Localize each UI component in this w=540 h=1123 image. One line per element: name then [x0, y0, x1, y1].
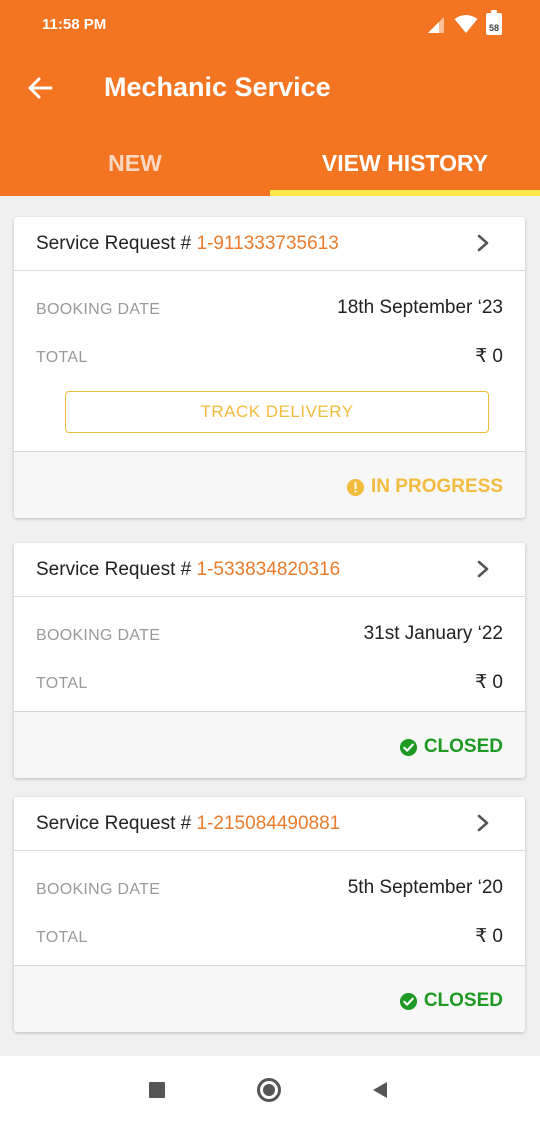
- toolbar: Mechanic Service: [0, 58, 540, 118]
- service-request-prefix: Service Request #: [36, 813, 197, 834]
- total-value: ₹ 0: [475, 672, 503, 693]
- track-delivery-button[interactable]: TRACK DELIVERY: [65, 391, 489, 433]
- chevron-right-icon: [477, 560, 489, 578]
- service-request-prefix: Service Request #: [36, 233, 197, 254]
- battery-icon: 58: [486, 10, 502, 35]
- booking-date-row: BOOKING DATE 31st January ‘22: [14, 611, 525, 659]
- status-bar: 11:58 PM 58: [0, 0, 540, 50]
- service-request-footer: IN PROGRESS: [14, 451, 525, 518]
- booking-date-row: BOOKING DATE 5th September ‘20: [14, 865, 525, 913]
- service-request-title: Service Request # 1-215084490881: [36, 813, 340, 835]
- chevron-right-icon: [477, 234, 489, 252]
- service-request-prefix: Service Request #: [36, 559, 197, 580]
- page-title: Mechanic Service: [104, 72, 331, 102]
- service-request-number: 1-533834820316: [196, 559, 341, 580]
- check-circle-icon: [399, 992, 417, 1010]
- booking-date-row: BOOKING DATE 18th September ‘23: [14, 285, 525, 333]
- status-text: CLOSED: [423, 736, 503, 757]
- total-row: TOTAL ₹ 0: [14, 333, 525, 381]
- app-bar: 11:58 PM 58 Mechanic Service NEW VIEW HI…: [0, 0, 540, 196]
- status-badge: CLOSED: [399, 736, 503, 758]
- total-row: TOTAL ₹ 0: [14, 913, 525, 961]
- booking-date-value: 31st January ‘22: [363, 623, 503, 644]
- booking-date-label: BOOKING DATE: [36, 881, 161, 898]
- home-button[interactable]: [257, 1078, 281, 1102]
- arrow-left-icon: [28, 77, 53, 99]
- chevron-right-icon: [477, 814, 489, 832]
- check-circle-icon: [399, 738, 417, 756]
- history-list[interactable]: Service Request # 1-911333735613 BOOKING…: [0, 196, 540, 1056]
- wifi-icon: [454, 15, 478, 33]
- home-circle-icon: [263, 1084, 275, 1096]
- booking-date-value: 5th September ‘20: [347, 877, 503, 898]
- nav-back-button[interactable]: [372, 1081, 388, 1099]
- total-row: TOTAL ₹ 0: [14, 659, 525, 707]
- service-request-card: Service Request # 1-215084490881 BOOKING…: [14, 797, 525, 1032]
- recents-button[interactable]: [149, 1082, 165, 1098]
- system-nav-bar: [0, 1056, 540, 1123]
- service-request-header[interactable]: Service Request # 1-215084490881: [14, 797, 525, 851]
- status-text: CLOSED: [423, 990, 503, 1011]
- total-value: ₹ 0: [475, 346, 503, 367]
- service-request-title: Service Request # 1-911333735613: [36, 233, 339, 255]
- booking-date-label: BOOKING DATE: [36, 301, 161, 318]
- service-request-header[interactable]: Service Request # 1-911333735613: [14, 217, 525, 271]
- service-request-footer: CLOSED: [14, 711, 525, 778]
- service-request-header[interactable]: Service Request # 1-533834820316: [14, 543, 525, 597]
- status-time: 11:58 PM: [42, 16, 107, 33]
- status-badge: IN PROGRESS: [346, 476, 503, 498]
- track-delivery-wrap: TRACK DELIVERY: [14, 381, 525, 451]
- tab-new[interactable]: NEW: [0, 130, 270, 196]
- signal-icon: [428, 17, 444, 33]
- service-request-number: 1-911333735613: [196, 233, 339, 254]
- tab-bar: NEW VIEW HISTORY: [0, 130, 540, 196]
- total-label: TOTAL: [36, 929, 88, 946]
- booking-date-value: 18th September ‘23: [337, 297, 503, 318]
- alert-circle-icon: [346, 478, 365, 496]
- service-request-footer: CLOSED: [14, 965, 525, 1032]
- service-request-card: Service Request # 1-911333735613 BOOKING…: [14, 217, 525, 518]
- service-request-number: 1-215084490881: [196, 813, 341, 834]
- total-label: TOTAL: [36, 349, 88, 366]
- status-badge: CLOSED: [399, 990, 503, 1012]
- back-button[interactable]: [20, 68, 60, 108]
- booking-date-label: BOOKING DATE: [36, 627, 161, 644]
- service-request-title: Service Request # 1-533834820316: [36, 559, 340, 581]
- battery-level: 58: [488, 23, 499, 33]
- tab-view-history[interactable]: VIEW HISTORY: [270, 130, 540, 196]
- total-value: ₹ 0: [475, 926, 503, 947]
- total-label: TOTAL: [36, 675, 88, 692]
- status-text: IN PROGRESS: [371, 476, 503, 497]
- service-request-card: Service Request # 1-533834820316 BOOKING…: [14, 543, 525, 778]
- status-icons: 58: [426, 10, 502, 36]
